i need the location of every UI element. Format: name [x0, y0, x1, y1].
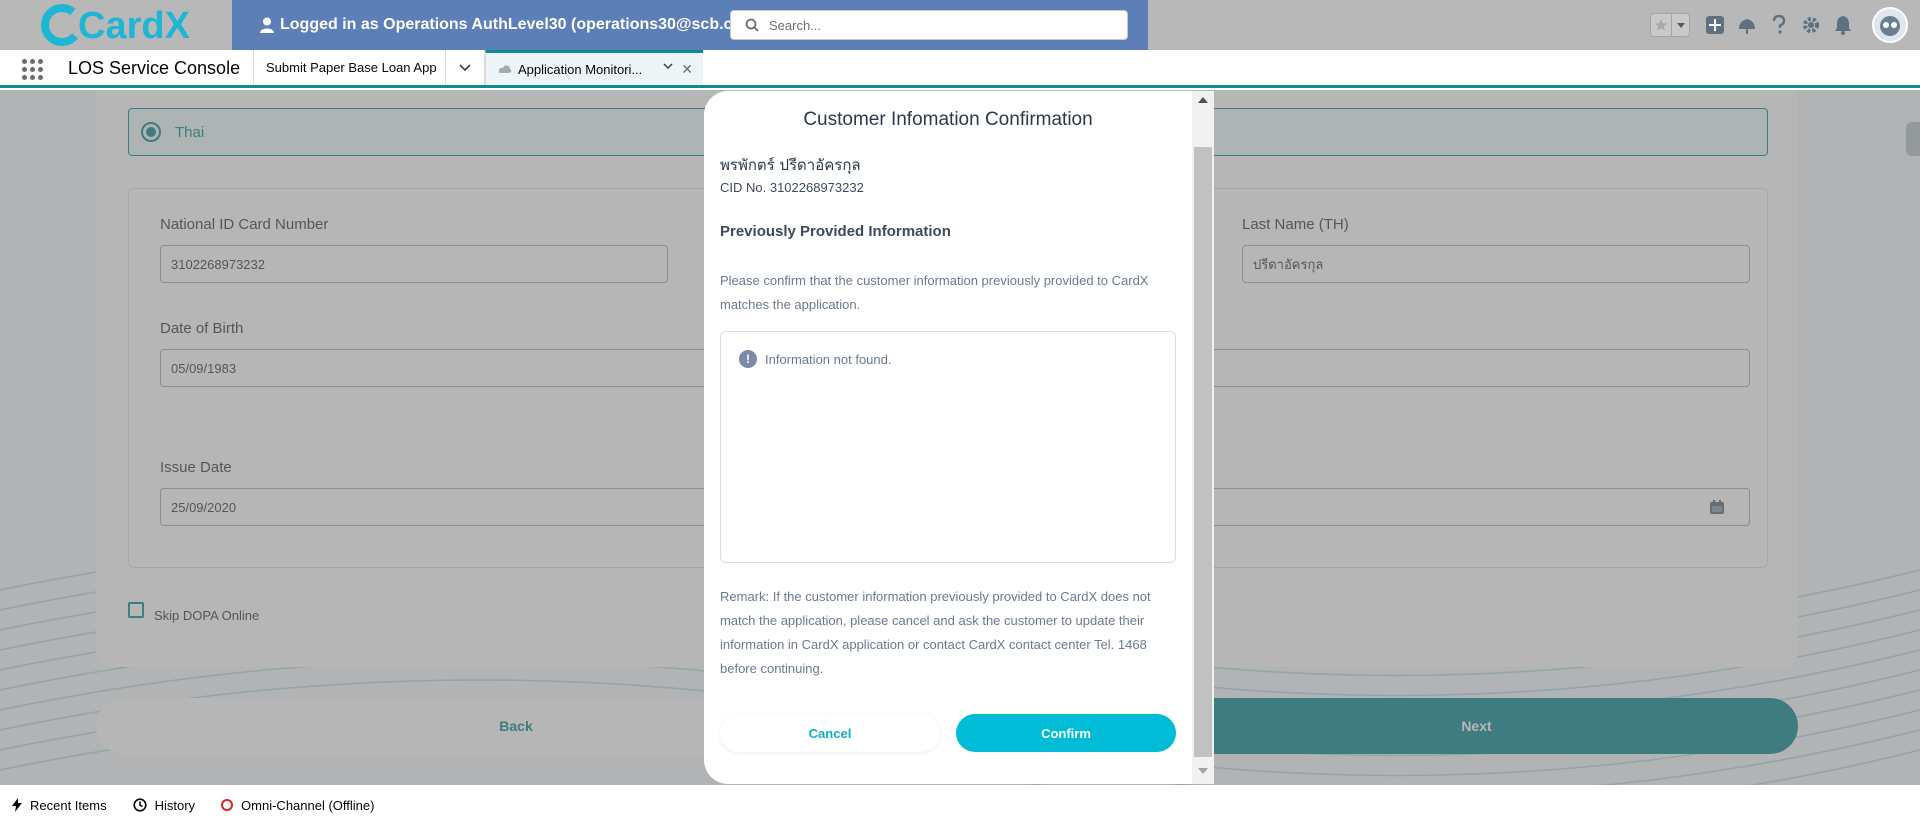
global-search-input[interactable]: Search... [730, 10, 1128, 40]
favorite-star-icon[interactable] [1651, 14, 1671, 36]
info-message-text: Information not found. [765, 351, 892, 367]
utility-omni-channel[interactable]: Omni-Channel (Offline) [221, 798, 374, 813]
tab-label: Submit Paper Base Loan App [266, 60, 437, 75]
global-header: CardX Logged in as Operations AuthLevel3… [0, 0, 1920, 50]
global-add-icon[interactable] [1704, 14, 1726, 36]
cancel-button[interactable]: Cancel [720, 714, 940, 752]
help-icon[interactable] [1768, 14, 1790, 36]
customer-name: พรพักตร์ ปรีดาอัครกุล [720, 156, 861, 174]
favorites-group [1650, 13, 1690, 37]
confirm-button[interactable]: Confirm [956, 714, 1176, 752]
clock-icon [132, 798, 147, 812]
info-not-found-message: ! Information not found. [739, 350, 891, 368]
customer-cid: CID No. 3102268973232 [720, 180, 864, 195]
scroll-up-arrow-icon[interactable] [1198, 97, 1208, 103]
history-label: History [154, 797, 196, 813]
app-launcher-icon[interactable] [22, 59, 44, 81]
search-placeholder: Search... [769, 17, 822, 33]
utility-recent-items[interactable]: Recent Items [12, 798, 107, 813]
lightning-bolt-icon [12, 798, 22, 812]
close-tab-icon[interactable]: ✕ [681, 61, 693, 78]
omni-channel-label: Omni-Channel (Offline) [241, 797, 375, 813]
trailhead-icon[interactable] [1736, 14, 1758, 36]
recent-items-label: Recent Items [30, 797, 107, 813]
favorites-dropdown-icon[interactable] [1671, 14, 1689, 36]
tab-application-monitoring[interactable]: Application Monitori... ✕ [485, 50, 703, 85]
user-icon [260, 17, 274, 33]
logo-text: CardX [78, 5, 191, 47]
modal-scrollbar[interactable] [1192, 91, 1214, 784]
utility-bar: Recent Items History Omni-Channel (Offli… [0, 785, 1920, 825]
info-exclamation-icon: ! [739, 350, 757, 368]
tab-label: Application Monitori... [518, 61, 643, 77]
section-title: Previously Provided Information [720, 223, 951, 240]
modal-title: Customer Infomation Confirmation [803, 109, 1093, 130]
scrollbar-thumb[interactable] [1194, 147, 1212, 757]
scroll-down-arrow-icon[interactable] [1198, 768, 1208, 774]
notifications-bell-icon[interactable] [1832, 14, 1854, 36]
customer-info-confirmation-modal: Customer Infomation Confirmation พรพักตร… [704, 91, 1214, 784]
login-banner-text: Logged in as Operations AuthLevel30 (ope… [280, 16, 771, 33]
console-nav-bar: LOS Service Console Submit Paper Base Lo… [0, 50, 1920, 88]
remark-text: Remark: If the customer information prev… [720, 589, 1151, 676]
utility-history[interactable]: History [132, 797, 196, 813]
previous-info-box: ! Information not found. [720, 331, 1176, 563]
tab-chevron-down-icon[interactable] [663, 63, 673, 70]
app-name: LOS Service Console [68, 58, 241, 78]
offline-status-icon [221, 799, 234, 811]
header-actions [1650, 0, 1920, 50]
cardx-logo[interactable]: CardX [40, 2, 200, 48]
confirmation-description: Please confirm that the customer informa… [720, 273, 1149, 312]
navigation-menu-dropdown[interactable] [445, 50, 485, 85]
cloud-tab-icon [498, 65, 512, 73]
search-icon [745, 18, 759, 32]
tab-submit-paper-base-loan-app[interactable]: Submit Paper Base Loan App [253, 50, 445, 85]
chevron-down-icon [459, 63, 471, 71]
user-avatar[interactable] [1872, 7, 1908, 43]
setup-gear-icon[interactable] [1800, 14, 1822, 36]
